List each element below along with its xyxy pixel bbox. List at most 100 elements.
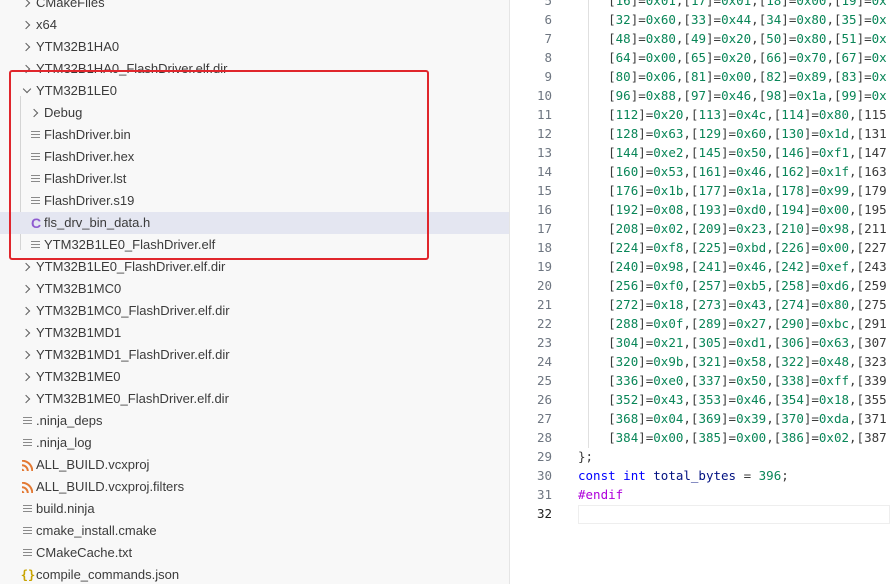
chevron-right-icon[interactable]	[20, 36, 34, 58]
tree-file[interactable]: CMakeCache.txt	[0, 542, 509, 564]
line-number: 20	[536, 278, 552, 293]
code-line[interactable]: 5 [16]=0x01,[17]=0x01,[18]=0x00,[19]=0x	[510, 0, 890, 10]
tree-folder[interactable]: YTM32B1HA0	[0, 36, 509, 58]
chevron-right-icon[interactable]	[20, 256, 34, 278]
code-line[interactable]: 30 const int total_bytes = 396;	[510, 466, 890, 485]
json-file-icon: {}	[20, 568, 36, 582]
code-editor[interactable]: 5 [16]=0x01,[17]=0x01,[18]=0x00,[19]=0x 6…	[510, 0, 890, 584]
line-number: 11	[536, 107, 552, 122]
tree-folder[interactable]: YTM32B1LE0_FlashDriver.elf.dir	[0, 256, 509, 278]
tree-file[interactable]: FlashDriver.lst	[0, 168, 509, 190]
tree-folder[interactable]: Debug	[0, 102, 509, 124]
xml-file-icon	[20, 454, 36, 476]
tree-file[interactable]: YTM32B1LE0_FlashDriver.elf	[0, 234, 509, 256]
tree-folder[interactable]: YTM32B1MD1_FlashDriver.elf.dir	[0, 344, 509, 366]
line-number: 18	[536, 240, 552, 255]
code-line[interactable]: 22 [288]=0x0f,[289]=0x27,[290]=0xbc,[291	[510, 314, 890, 333]
code-text: [272]=0x18,[273]=0x43,[274]=0x80,[275	[578, 297, 887, 312]
tree-folder[interactable]: YTM32B1LE0	[0, 80, 509, 102]
code-text: [128]=0x63,[129]=0x60,[130]=0x1d,[131	[578, 126, 887, 141]
code-line[interactable]: 15 [176]=0x1b,[177]=0x1a,[178]=0x99,[179	[510, 181, 890, 200]
tree-file[interactable]: FlashDriver.bin	[0, 124, 509, 146]
chevron-right-icon[interactable]	[20, 322, 34, 344]
code-text: [112]=0x20,[113]=0x4c,[114]=0x80,[115	[578, 107, 887, 122]
tree-file[interactable]: ALL_BUILD.vcxproj	[0, 454, 509, 476]
code-line[interactable]: 25 [336]=0xe0,[337]=0x50,[338]=0xff,[339	[510, 371, 890, 390]
code-line[interactable]: 23 [304]=0x21,[305]=0xd1,[306]=0x63,[307	[510, 333, 890, 352]
tree-file[interactable]: cmake_install.cmake	[0, 520, 509, 542]
line-number: 15	[536, 183, 552, 198]
code-text: [224]=0xf8,[225]=0xbd,[226]=0x00,[227	[578, 240, 887, 255]
code-text: [16]=0x01,[17]=0x01,[18]=0x00,[19]=0x	[578, 0, 887, 8]
tree-file[interactable]: FlashDriver.hex	[0, 146, 509, 168]
code-line[interactable]: 32	[510, 504, 890, 523]
code-line[interactable]: 7 [48]=0x80,[49]=0x20,[50]=0x80,[51]=0x	[510, 29, 890, 48]
tree-item-label: YTM32B1MD1_FlashDriver.elf.dir	[36, 347, 230, 362]
chevron-right-icon[interactable]	[20, 388, 34, 410]
code-line[interactable]: 20 [256]=0xf0,[257]=0xb5,[258]=0xd6,[259	[510, 276, 890, 295]
code-line[interactable]: 18 [224]=0xf8,[225]=0xbd,[226]=0x00,[227	[510, 238, 890, 257]
code-line[interactable]: 6 [32]=0x60,[33]=0x44,[34]=0x80,[35]=0x	[510, 10, 890, 29]
code-line[interactable]: 16 [192]=0x08,[193]=0xd0,[194]=0x00,[195	[510, 200, 890, 219]
tree-item-label: YTM32B1HA0_FlashDriver.elf.dir	[36, 61, 228, 76]
line-number: 12	[536, 126, 552, 141]
code-line[interactable]: 24 [320]=0x9b,[321]=0x58,[322]=0x48,[323	[510, 352, 890, 371]
chevron-right-icon[interactable]	[20, 366, 34, 388]
tree-item-label: YTM32B1LE0_FlashDriver.elf	[44, 237, 216, 252]
chevron-right-icon[interactable]	[20, 300, 34, 322]
tree-file[interactable]: {} compile_commands.json	[0, 564, 509, 584]
code-text: [320]=0x9b,[321]=0x58,[322]=0x48,[323	[578, 354, 887, 369]
line-number: 30	[536, 468, 552, 483]
chevron-down-icon[interactable]	[20, 80, 34, 102]
code-line[interactable]: 12 [128]=0x63,[129]=0x60,[130]=0x1d,[131	[510, 124, 890, 143]
tree-file[interactable]: Cfls_drv_bin_data.h	[0, 212, 509, 234]
tree-folder[interactable]: YTM32B1MC0	[0, 278, 509, 300]
file-icon	[28, 168, 44, 190]
code-line[interactable]: 10 [96]=0x88,[97]=0x46,[98]=0x1a,[99]=0x	[510, 86, 890, 105]
line-number: 25	[536, 373, 552, 388]
tree-folder[interactable]: YTM32B1HA0_FlashDriver.elf.dir	[0, 58, 509, 80]
line-number: 17	[536, 221, 552, 236]
code-line[interactable]: 29};	[510, 447, 890, 466]
code-line[interactable]: 19 [240]=0x98,[241]=0x46,[242]=0xef,[243	[510, 257, 890, 276]
tree-file[interactable]: FlashDriver.s19	[0, 190, 509, 212]
chevron-right-icon[interactable]	[20, 14, 34, 36]
tree-item-label: YTM32B1ME0	[36, 369, 121, 384]
chevron-right-icon[interactable]	[20, 344, 34, 366]
explorer-panel: CMakeFiles x64 YTM32B1HA0 YTM32B1HA0_FlashD…	[0, 0, 510, 584]
tree-file[interactable]: build.ninja	[0, 498, 509, 520]
tree-folder[interactable]: x64	[0, 14, 509, 36]
tree-file[interactable]: ALL_BUILD.vcxproj.filters	[0, 476, 509, 498]
tree-folder[interactable]: YTM32B1MC0_FlashDriver.elf.dir	[0, 300, 509, 322]
code-line[interactable]: 21 [272]=0x18,[273]=0x43,[274]=0x80,[275	[510, 295, 890, 314]
tree-item-label: ALL_BUILD.vcxproj.filters	[36, 479, 185, 494]
chevron-right-icon[interactable]	[20, 58, 34, 80]
tree-folder[interactable]: YTM32B1ME0_FlashDriver.elf.dir	[0, 388, 509, 410]
tree-file[interactable]: .ninja_deps	[0, 410, 509, 432]
xml-file-icon	[20, 476, 36, 498]
tree-file[interactable]: .ninja_log	[0, 432, 509, 454]
code-line[interactable]: 31 #endif	[510, 485, 890, 504]
code-line[interactable]: 27 [368]=0x04,[369]=0x39,[370]=0xda,[371	[510, 409, 890, 428]
tree-folder[interactable]: YTM32B1ME0	[0, 366, 509, 388]
code-line[interactable]: 9 [80]=0x06,[81]=0x00,[82]=0x89,[83]=0x	[510, 67, 890, 86]
line-number: 24	[536, 354, 552, 369]
code-line[interactable]: 26 [352]=0x43,[353]=0x46,[354]=0x18,[355	[510, 390, 890, 409]
chevron-right-icon[interactable]	[28, 102, 42, 124]
code-line[interactable]: 17 [208]=0x02,[209]=0x23,[210]=0x98,[211	[510, 219, 890, 238]
tree-folder[interactable]: CMakeFiles	[0, 0, 509, 14]
code-text: [352]=0x43,[353]=0x46,[354]=0x18,[355	[578, 392, 887, 407]
code-line[interactable]: 11 [112]=0x20,[113]=0x4c,[114]=0x80,[115	[510, 105, 890, 124]
tree-item-label: YTM32B1LE0	[36, 83, 117, 98]
code-line[interactable]: 8 [64]=0x00,[65]=0x20,[66]=0x70,[67]=0x	[510, 48, 890, 67]
chevron-right-icon[interactable]	[20, 0, 34, 14]
tree-item-label: FlashDriver.hex	[44, 149, 135, 164]
line-number: 13	[536, 145, 552, 160]
code-line[interactable]: 13 [144]=0xe2,[145]=0x50,[146]=0xf1,[147	[510, 143, 890, 162]
tree-folder[interactable]: YTM32B1MD1	[0, 322, 509, 344]
tree-item-label: Debug	[44, 105, 83, 120]
code-line[interactable]: 14 [160]=0x53,[161]=0x46,[162]=0x1f,[163	[510, 162, 890, 181]
chevron-right-icon[interactable]	[20, 278, 34, 300]
code-text: [144]=0xe2,[145]=0x50,[146]=0xf1,[147	[578, 145, 887, 160]
code-line[interactable]: 28 [384]=0x00,[385]=0x00,[386]=0x02,[387	[510, 428, 890, 447]
